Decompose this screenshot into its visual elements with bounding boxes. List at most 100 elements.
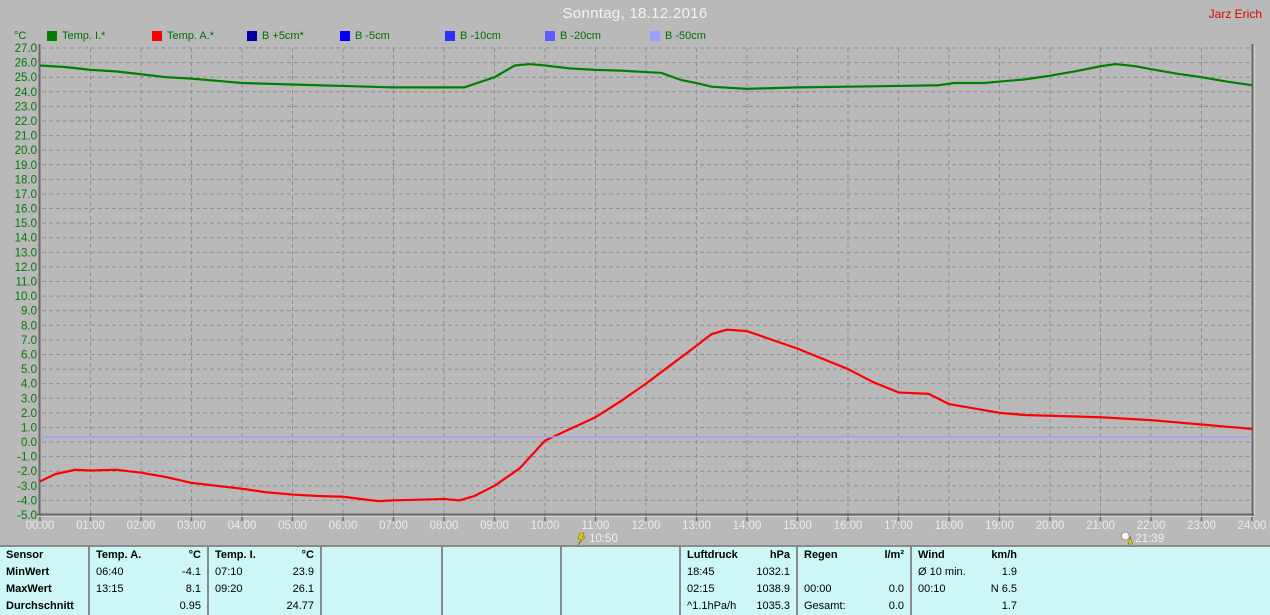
x-tick-label: 21:00 [1086,520,1115,532]
legend-item-label: B -10cm [460,30,501,42]
table-row: 06:40 -4.1 [90,564,207,581]
table-row: 24.77 [209,598,320,615]
table-cell: 1035.3 [756,600,790,612]
x-tick-label: 12:00 [632,520,661,532]
table-row: 02:15 1038.9 [681,581,796,598]
legend-item-label: B +5cm* [262,30,304,42]
y-tick-label: 27.0 [15,43,37,55]
moon-marker-icon [1120,531,1130,541]
table-row: 07:10 23.9 [209,564,320,581]
legend-item-label: Temp. A.* [167,30,215,42]
table-cell: Luftdruck [687,549,738,561]
y-tick-label: 4.0 [21,379,37,391]
x-tick-label: 23:00 [1187,520,1216,532]
table-column [1023,547,1270,615]
series-swatch-icon [247,31,257,41]
x-tick-label: 24:00 [1238,520,1267,532]
y-tick-label: 24.0 [15,87,37,99]
table-row-label: Durchschnitt [6,600,74,612]
y-tick-label: 23.0 [15,101,37,113]
series-swatch-icon [152,31,162,41]
table-cell: °C [301,549,314,561]
table-cell: 18:45 [687,566,715,578]
y-tick-label: 17.0 [15,189,37,201]
legend-bar: °C Temp. I.* Temp. A.* B +5cm* B -5cm B -10c… [14,29,720,43]
legend-item[interactable]: B -20cm [545,30,650,42]
x-tick-label: 05:00 [278,520,307,532]
y-tick-label: 22.0 [15,116,37,128]
legend-item[interactable]: Temp. A.* [152,30,247,42]
x-tick-label: 08:00 [430,520,459,532]
table-column: Luftdruck hPa 18:45 1032.1 02:15 1038.9 ^1.1hP… [679,547,796,615]
table-cell: 02:15 [687,583,715,595]
legend-item[interactable]: B +5cm* [247,30,340,42]
sun-marker-icon [577,532,586,545]
table-row: Gesamt: 0.0 [798,598,910,615]
table-cell: 0.95 [179,600,201,612]
x-tick-label: 16:00 [834,520,863,532]
legend-item[interactable]: B -10cm [445,30,545,42]
y-tick-label: -2.0 [17,466,37,478]
y-tick-label: -3.0 [17,481,37,493]
user-name: Jarz Erich [1208,7,1262,21]
y-tick-label: 19.0 [15,160,37,172]
series-swatch-icon [445,31,455,41]
table-row: 00:00 0.0 [798,581,910,598]
table-cell: 0.0 [888,583,904,595]
table-row [562,581,679,598]
y-tick-label: 13.0 [15,247,37,259]
table-row [798,564,910,581]
table-row [562,547,679,564]
table-column: Wind km/h Ø 10 min. 1.9 00:10 N 6.5 1.7 [910,547,1023,615]
table-column [560,547,679,615]
table-column: Temp. I. °C 07:10 23.9 09:20 26.1 24.77 [207,547,320,615]
table-cell: Temp. I. [215,549,256,561]
table-cell: N 6.5 [990,583,1017,595]
series-swatch-icon [545,31,555,41]
table-cell: 13:15 [96,583,124,595]
stats-table: Sensor MinWert MaxWert Durchschnitt Temp. A.… [0,545,1270,615]
table-row: Regen l/m² [798,547,910,564]
table-row [322,564,441,581]
x-tick-label: 09:00 [480,520,509,532]
table-row: Ø 10 min. 1.9 [912,564,1023,581]
legend-item-label: Temp. I.* [62,30,106,42]
time-marker-label: 21:39 [1135,533,1164,545]
legend-item[interactable]: B -5cm [340,30,445,42]
y-tick-label: 11.0 [15,277,37,289]
legend-item[interactable]: Temp. I.* [47,30,152,42]
table-row-label: MinWert [6,566,50,578]
table-column [441,547,560,615]
table-row [322,581,441,598]
y-tick-label: 14.0 [15,233,37,245]
table-row [443,581,560,598]
table-row-label: MaxWert [6,583,52,595]
x-tick-label: 00:00 [26,520,55,532]
table-row: 09:20 26.1 [209,581,320,598]
table-cell: Temp. A. [96,549,142,561]
y-tick-label: -1.0 [17,452,37,464]
table-row [562,598,679,615]
table-column: Regen l/m² 00:00 0.0 Gesamt: 0.0 [796,547,910,615]
table-cell: 0.0 [888,600,904,612]
table-cell: Wind [918,549,945,561]
table-row [443,564,560,581]
y-tick-label: 12.0 [15,262,37,274]
table-cell: °C [188,549,201,561]
x-tick-label: 17:00 [884,520,913,532]
y-tick-label: -4.0 [17,495,37,507]
table-row: 00:10 N 6.5 [912,581,1023,598]
table-cell: -4.1 [182,566,201,578]
x-tick-label: 03:00 [177,520,206,532]
page-title: Sonntag, 18.12.2016 [562,5,708,22]
y-tick-label: 1.0 [21,422,37,434]
table-cell: 1.9 [1001,566,1017,578]
y-tick-label: 5.0 [21,364,37,376]
y-tick-label: 2.0 [21,408,37,420]
table-cell: 24.77 [286,600,314,612]
legend-item[interactable]: B -50cm [650,30,720,42]
table-column: Sensor MinWert MaxWert Durchschnitt [0,547,88,615]
table-cell: 00:00 [804,583,832,595]
table-cell: 1032.1 [756,566,790,578]
table-row: ^1.1hPa/h 1035.3 [681,598,796,615]
